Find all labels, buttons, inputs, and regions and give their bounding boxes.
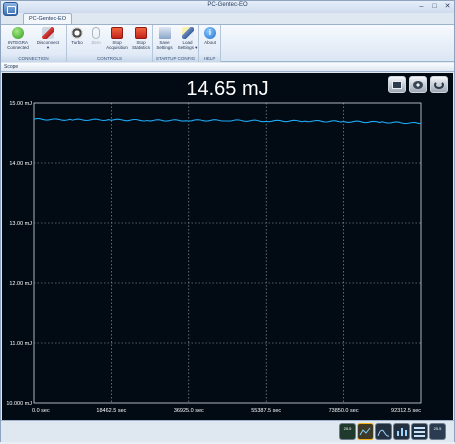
- zero-icon: [92, 27, 100, 39]
- y-tick-label: 10.000 mJ: [6, 401, 32, 407]
- refresh-button[interactable]: [430, 76, 448, 93]
- x-tick-label: 92312.5 sec: [391, 408, 421, 414]
- button-label: Zero: [91, 40, 101, 45]
- trend-chart-button[interactable]: [357, 423, 374, 440]
- group-label-help: HELP: [199, 55, 220, 62]
- button-label: Settings ▾: [177, 45, 198, 50]
- bar-chart-button[interactable]: [393, 423, 410, 440]
- histogram-button[interactable]: [375, 423, 392, 440]
- ok-display-button[interactable]: 25.5: [339, 423, 356, 440]
- display-icon: [392, 81, 402, 89]
- data-series-line: [33, 118, 421, 125]
- ribbon-tab-home[interactable]: PC-Gentec-EO: [23, 13, 72, 24]
- ribbon-group-startup-config: Save Settings Load Settings ▾ STARTUP CO…: [153, 25, 199, 62]
- load-settings-icon: [181, 27, 194, 39]
- bar-chart-icon: [397, 428, 407, 436]
- y-tick-label: 11.00 mJ: [10, 341, 32, 347]
- load-settings-button[interactable]: Load Settings ▾: [176, 27, 199, 55]
- energy-reading: 14.65 mJ: [186, 78, 269, 100]
- stop-icon: [111, 27, 123, 39]
- zero-button[interactable]: Zero: [87, 27, 105, 55]
- save-settings-button[interactable]: Save Settings: [153, 27, 176, 55]
- ribbon: INTEGRA Connected Disconnect ▾ CONNECTIO…: [1, 24, 454, 62]
- x-tick-label: 73850.0 sec: [329, 408, 359, 414]
- turbo-icon: [71, 27, 83, 39]
- maximize-button[interactable]: □: [430, 2, 439, 11]
- stop-statistics-button[interactable]: Stop Statistics: [129, 27, 153, 55]
- group-label-startup-config: STARTUP CONFIG: [153, 55, 198, 62]
- turbo-button[interactable]: Turbo: [67, 27, 87, 55]
- button-label: Acquisition: [106, 45, 128, 50]
- window-controls: – □ ✕: [417, 2, 452, 11]
- trend-chart-icon: [359, 427, 371, 436]
- close-button[interactable]: ✕: [443, 2, 452, 11]
- button-label: Settings: [156, 45, 173, 50]
- stop-icon: [135, 27, 147, 39]
- display-button[interactable]: [388, 76, 406, 93]
- group-label-controls: CONTROLS: [67, 55, 152, 62]
- numeric-display-icon: 25.5: [433, 426, 442, 431]
- ribbon-group-connection: INTEGRA Connected Disconnect ▾ CONNECTIO…: [1, 25, 67, 62]
- disconnect-plug-icon: [42, 27, 54, 39]
- y-tick-label: 12.00 mJ: [9, 281, 32, 287]
- histogram-icon: [377, 429, 390, 437]
- title-bar: PC-Gentec-EO – □ ✕: [1, 1, 454, 16]
- x-tick-label: 18462.5 sec: [96, 408, 126, 414]
- refresh-icon: [434, 81, 444, 89]
- scope-chart: 15.00 mJ 14.00 mJ 13.00 mJ 12.00 mJ 11.00 mJ…: [6, 101, 422, 414]
- scope-plot-area: 15.00 mJ 14.00 mJ 13.00 mJ 12.00 mJ 11.00 mJ…: [2, 73, 453, 420]
- y-tick-label: 15.00 mJ: [9, 101, 32, 107]
- y-tick-label: 14.00 mJ: [9, 161, 32, 167]
- x-tick-label: 36925.0 sec: [174, 408, 204, 414]
- minimize-button[interactable]: –: [417, 2, 426, 11]
- stop-acquisition-button[interactable]: Stop Acquisition: [105, 27, 129, 55]
- button-label: Statistics: [131, 45, 150, 50]
- about-button[interactable]: i About: [199, 27, 221, 55]
- app-window: PC-Gentec-EO – □ ✕ PC-Gentec-EO INTEGRA …: [0, 0, 455, 442]
- button-label: About: [204, 40, 216, 45]
- ribbon-group-controls: Turbo Zero Stop Acquisition Stop Statist…: [67, 25, 153, 62]
- disconnect-button[interactable]: Disconnect ▾: [34, 27, 62, 55]
- settings-button[interactable]: [409, 76, 427, 93]
- button-label: Connected: [7, 45, 29, 50]
- connected-icon: [12, 27, 24, 39]
- statistics-bars-icon: [414, 427, 425, 437]
- window-title: PC-Gentec-EO: [207, 2, 248, 8]
- statistics-bars-button[interactable]: [411, 423, 428, 440]
- button-label: ▾: [46, 45, 50, 50]
- settings-gears-icon: [413, 81, 423, 89]
- scope-panel-title: Scope: [1, 63, 454, 72]
- button-label: Turbo: [71, 40, 83, 45]
- integra-connected-button[interactable]: INTEGRA Connected: [4, 27, 32, 55]
- status-bar: 25.5 25.5: [1, 420, 454, 442]
- group-label-connection: CONNECTION: [1, 55, 66, 62]
- plot-frame: [33, 102, 422, 404]
- x-tick-label: 55387.5 sec: [251, 408, 281, 414]
- numeric-display-button[interactable]: 25.5: [429, 423, 446, 440]
- y-tick-label: 13.00 mJ: [9, 221, 32, 227]
- x-tick-label: 0.0 sec: [32, 408, 50, 414]
- ok-display-icon: 25.5: [343, 426, 352, 431]
- ribbon-group-help: i About HELP: [199, 25, 221, 62]
- save-settings-icon: [158, 27, 171, 39]
- info-icon: i: [204, 27, 216, 39]
